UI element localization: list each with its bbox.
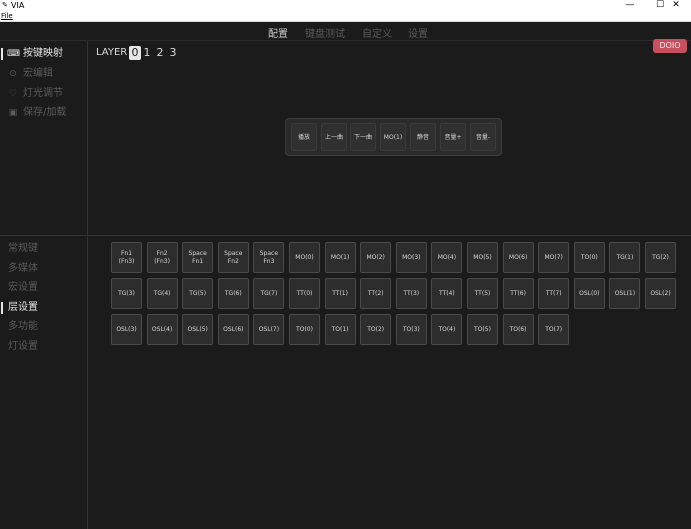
category-label: 层设置 [8,302,38,313]
sidebar-item-label: 宏编辑 [23,68,53,79]
keyboard-layout: 播放 上一曲 下一曲 MO(1) 静音 音量+ 音量- [285,118,502,156]
keyboard-key[interactable]: 音量- [470,123,496,151]
tab-configure[interactable]: 配置 [268,25,288,40]
keycode-button[interactable]: OSL(6) [217,314,249,345]
panel-divider [0,235,691,236]
title-bar: ✎ VIA — ☐ ✕ [0,0,691,11]
keycode-button[interactable]: MO(1) [324,242,356,273]
keyboard-key[interactable]: 音量+ [440,123,466,151]
layer-option-2[interactable]: 2 [154,46,166,60]
keycode-button[interactable]: TO(0) [289,314,320,345]
keycode-button[interactable]: TT(7) [538,278,570,309]
keycode-button[interactable]: OSL(1) [609,278,641,309]
tab-key-tester[interactable]: 键盘测试 [305,25,345,40]
keycode-button[interactable]: Fn1 (Fn3) [111,242,142,273]
category-basic[interactable]: 常规键 [8,240,86,258]
keycode-button[interactable]: TT(0) [289,278,320,309]
minimize-button[interactable]: — [615,0,645,11]
keyboard-key[interactable]: 静音 [410,123,436,151]
keycode-button[interactable]: MO(7) [538,242,570,273]
menu-bar: File [0,11,691,22]
menu-file[interactable]: File [1,12,13,20]
keyboard-key[interactable]: 下一曲 [350,123,376,151]
window-title: VIA [11,1,25,10]
keycode-button[interactable]: TO(6) [502,314,534,345]
keycode-button[interactable]: TG(2) [645,242,676,273]
keycode-button[interactable]: TO(1) [324,314,356,345]
category-macro[interactable]: 宏设置 [8,279,86,297]
keycode-button[interactable]: TO(0) [573,242,605,273]
brand-badge: DOIO [653,39,687,53]
keycode-button[interactable]: MO(5) [467,242,498,273]
keycode-button[interactable]: TG(1) [609,242,641,273]
layer-option-1[interactable]: 1 [141,46,153,60]
via-logo-icon: ✎ [2,1,8,9]
keycode-button[interactable]: TO(4) [431,314,463,345]
keycode-button[interactable]: OSL(5) [182,314,214,345]
keycode-button[interactable]: TG(5) [182,278,214,309]
active-indicator [1,302,3,314]
sidebar-item-macros[interactable]: ⊙ 宏编辑 [0,65,88,83]
keycode-button[interactable]: Space Fn3 [253,242,285,273]
layer-option-0[interactable]: 0 [129,46,141,60]
category-media[interactable]: 多媒体 [8,260,86,278]
bulb-icon: ♡ [8,89,18,99]
keycode-button[interactable]: MO(0) [289,242,320,273]
keycode-button[interactable]: TG(6) [217,278,249,309]
save-icon: ▣ [8,108,18,118]
keycode-button[interactable]: TT(3) [395,278,427,309]
keycode-button[interactable]: Space Fn1 [182,242,214,273]
keycode-button[interactable]: TT(6) [502,278,534,309]
keyboard-icon: ⌨ [7,49,20,59]
sidebar-item-label: 保存/加载 [23,107,67,118]
keycode-button[interactable]: TT(4) [431,278,463,309]
keycode-button[interactable]: TT(1) [324,278,356,309]
keycode-button[interactable]: TT(5) [467,278,498,309]
keycode-button[interactable]: OSL(3) [111,314,142,345]
sidebar-item-label: 按键映射 [23,48,63,59]
keycode-button[interactable]: TO(7) [538,314,570,345]
keycode-button[interactable]: OSL(0) [573,278,605,309]
keycode-button[interactable]: TG(3) [111,278,142,309]
keycode-button[interactable]: TG(7) [253,278,285,309]
keycode-button[interactable]: OSL(2) [645,278,676,309]
keycode-button[interactable]: Fn2 (Fn3) [146,242,178,273]
keyboard-key[interactable]: 上一曲 [321,123,347,151]
keycode-button[interactable]: OSL(4) [146,314,178,345]
tab-settings[interactable]: 设置 [408,25,428,40]
keycode-button[interactable]: TG(4) [146,278,178,309]
keycode-button[interactable]: TO(3) [395,314,427,345]
category-special[interactable]: 多功能 [8,318,86,336]
category-layers[interactable]: 层设置 [1,299,86,317]
keycode-button[interactable]: MO(3) [395,242,427,273]
tab-custom[interactable]: 自定义 [362,25,392,40]
gear-icon: ⊙ [9,69,17,79]
keycode-grid: Fn1 (Fn3) Fn2 (Fn3) Space Fn1 Space Fn2 Spac… [111,242,681,346]
sidebar-item-lighting[interactable]: ♡ 灯光调节 [0,85,88,103]
keycode-button[interactable]: MO(6) [502,242,534,273]
keycode-button[interactable]: MO(2) [360,242,392,273]
category-lighting[interactable]: 灯设置 [8,338,86,356]
keycode-button[interactable]: TO(5) [467,314,498,345]
sidebar-item-save-load[interactable]: ▣ 保存/加载 [0,104,88,122]
sidebar-item-keymap[interactable]: ⌨ 按键映射 [0,45,88,63]
top-nav: 配置 键盘测试 自定义 设置 [0,22,691,41]
keycode-button[interactable]: OSL(7) [253,314,285,345]
config-sidebar: ⌨ 按键映射 ⊙ 宏编辑 ♡ 灯光调节 ▣ 保存/加载 [0,41,88,235]
active-indicator [1,48,3,60]
via-window: { "window": { "app_icon": "via-logo-icon… [0,0,691,529]
keycode-button[interactable]: Space Fn2 [217,242,249,273]
layer-label: LAYER [96,47,128,58]
keycode-category-list: 常规键 多媒体 宏设置 层设置 多功能 灯设置 [0,236,88,529]
keycode-button[interactable]: TT(2) [360,278,392,309]
keycode-button[interactable]: TO(2) [360,314,392,345]
sidebar-item-label: 灯光调节 [23,88,63,99]
keyboard-key[interactable]: MO(1) [380,123,406,151]
keycode-button[interactable]: MO(4) [431,242,463,273]
keyboard-key[interactable]: 播放 [291,123,317,151]
layer-option-3[interactable]: 3 [167,46,179,60]
close-button[interactable]: ✕ [661,0,691,11]
